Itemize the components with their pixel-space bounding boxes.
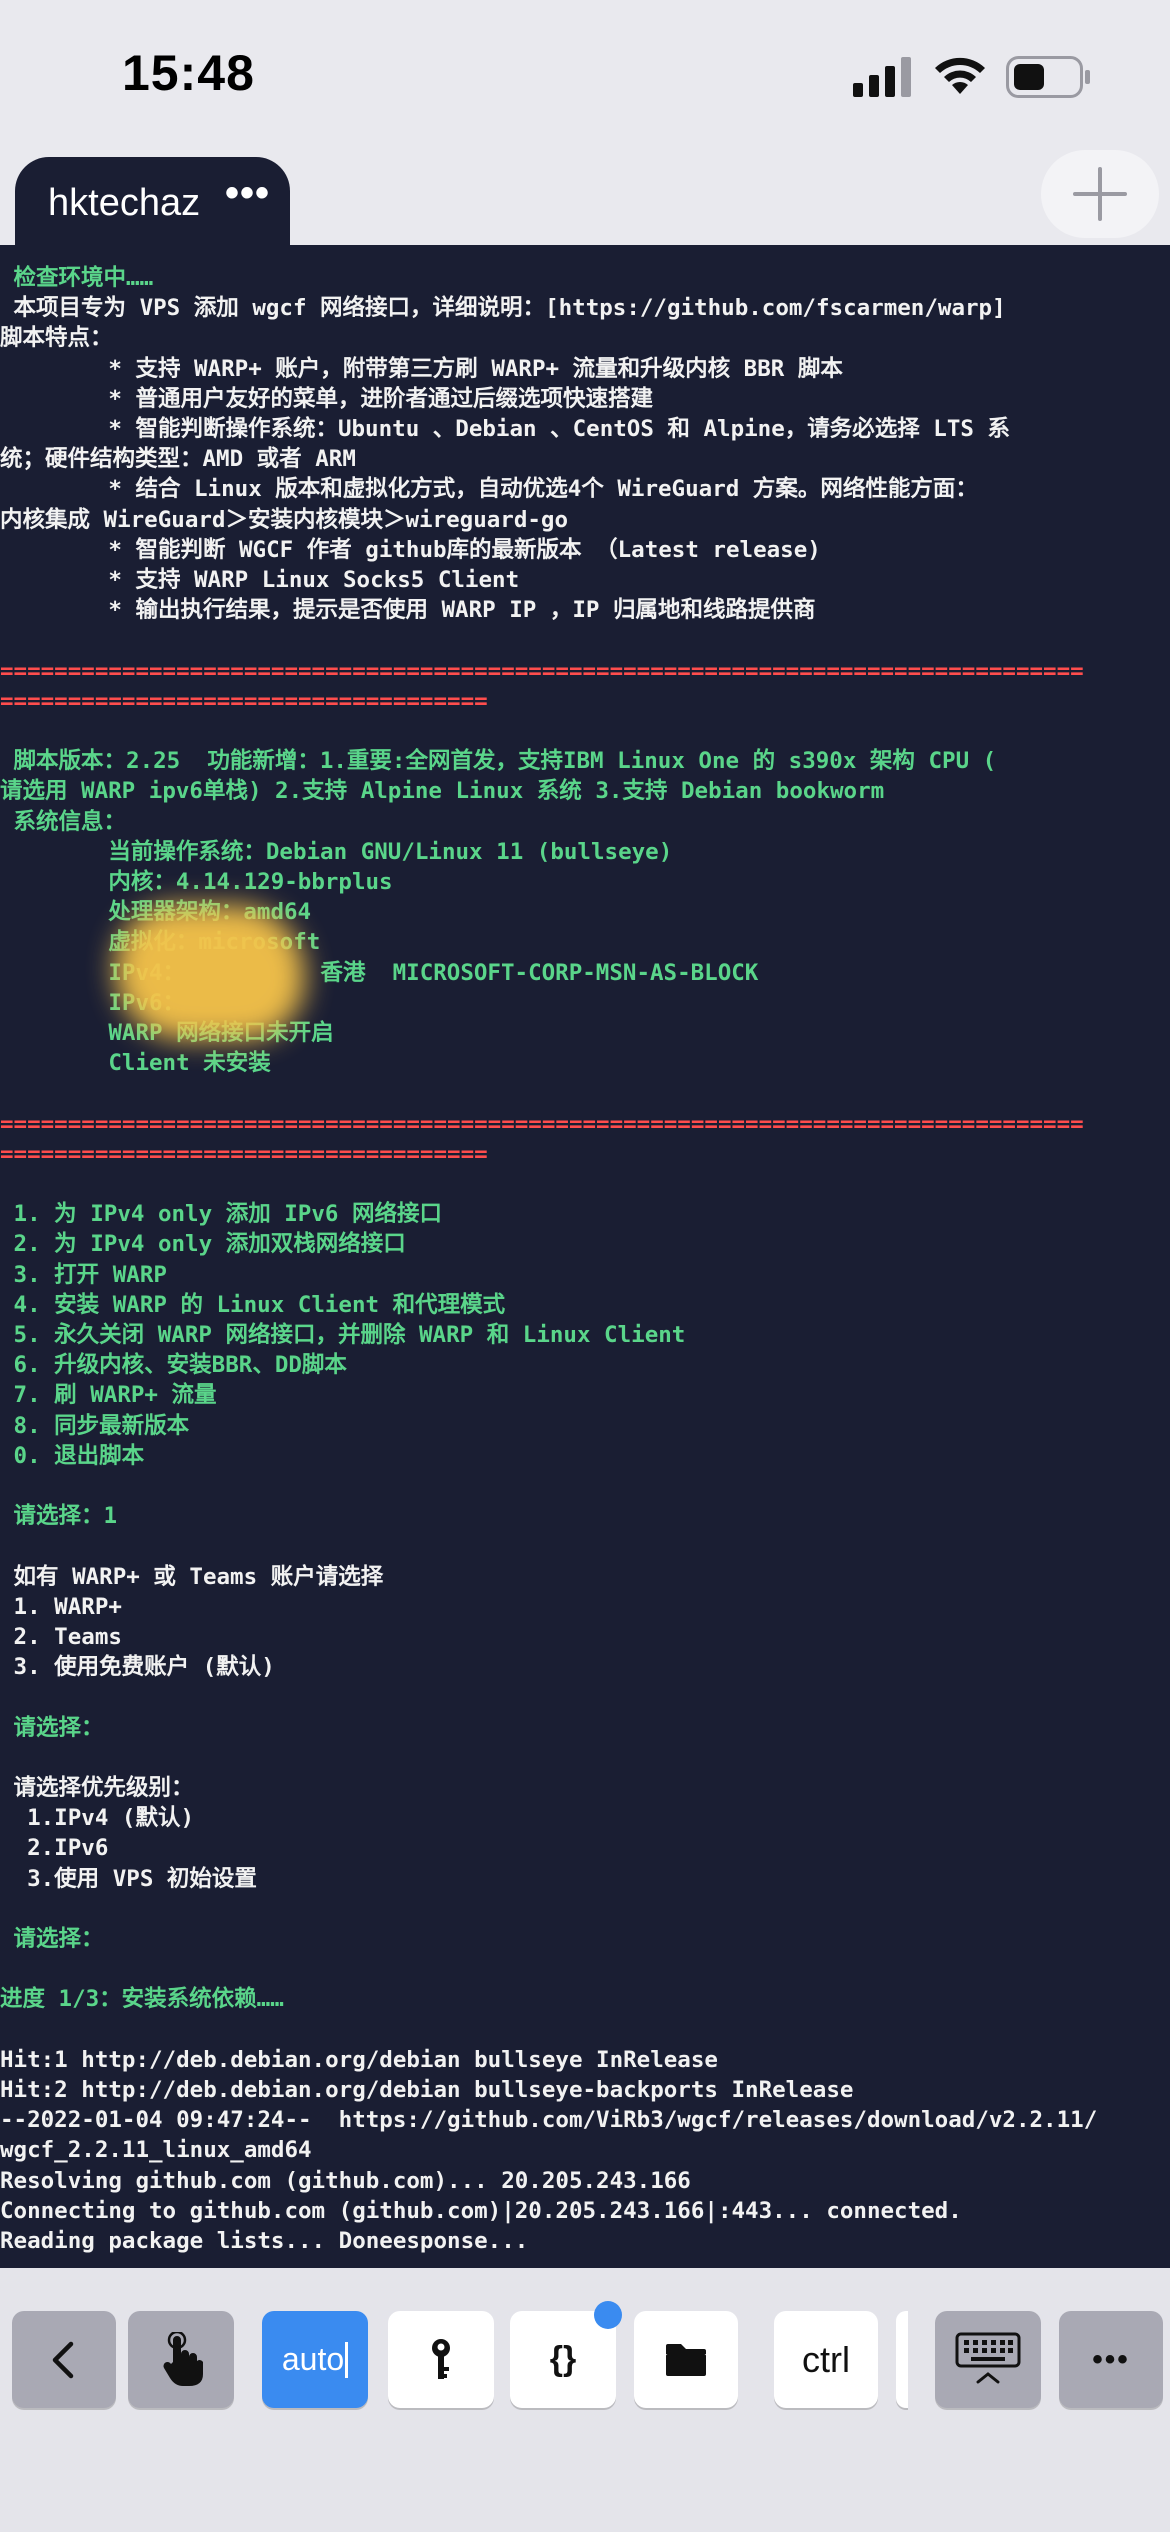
terminal-line: ==================================== <box>0 687 488 714</box>
more-key-label: ••• <box>1092 2342 1130 2376</box>
terminal-output[interactable]: 检查环境中…… 本项目专为 VPS 添加 wgcf 网络接口，详细说明：[htt… <box>0 245 1170 2268</box>
terminal-line: IPv4： 香港 MICROSOFT-CORP-MSN-AS-BLOCK <box>0 959 759 986</box>
snippets-key-label: {} <box>549 2340 577 2378</box>
terminal-line: 5. 永久关闭 WARP 网络接口，并删除 WARP 和 Linux Clien… <box>0 1322 686 1348</box>
terminal-line: * 智能判断 WGCF 作者 github库的最新版本 （Latest rele… <box>0 536 821 563</box>
terminal-line: Client 未安装 <box>0 1050 271 1077</box>
auto-key[interactable]: auto <box>262 2311 368 2408</box>
terminal-line: 如有 WARP+ 或 Teams 账户请选择 <box>0 1563 384 1590</box>
terminal-line: 0. 退出脚本 <box>0 1442 145 1469</box>
terminal-line: Reading package lists... Doneesponse... <box>0 2228 529 2254</box>
notification-dot <box>594 2301 622 2329</box>
terminal-line: 7. 刷 WARP+ 流量 <box>0 1382 217 1409</box>
tab-title: hktechaz <box>48 182 201 224</box>
terminal-line: 6. 升级内核、安装BBR、DD脚本 <box>0 1352 347 1379</box>
terminal-line: * 支持 WARP Linux Socks5 Client <box>0 567 520 593</box>
terminal-line: 1.IPv4 (默认) <box>0 1805 195 1832</box>
terminal-line: 3. 打开 WARP <box>0 1261 167 1288</box>
terminal-line: 内核集成 WireGuard＞安装内核模块＞wireguard-go <box>0 506 569 533</box>
terminal-line: 统；硬件结构类型：AMD 或者 ARM <box>0 446 356 473</box>
terminal-line: 本项目专为 VPS 添加 wgcf 网络接口，详细说明：[https://git… <box>0 295 1006 322</box>
terminal-line: * 输出执行结果，提示是否使用 WARP IP ，IP 归属地和线路提供商 <box>0 597 816 624</box>
keyboard-hide-icon <box>955 2332 1021 2383</box>
ctrl-key-label: ctrl <box>802 2338 850 2380</box>
back-key[interactable] <box>12 2311 116 2408</box>
terminal-line: * 结合 Linux 版本和虚拟化方式，自动优选4个 WireGuard 方案。… <box>0 476 978 503</box>
terminal-line: 请选择：1 <box>0 1503 118 1530</box>
terminal-line: --2022-01-04 09:47:24-- https://github.c… <box>0 2107 1098 2134</box>
terminal-line: wgcf_2.2.11_linux_amd64 <box>0 2137 312 2164</box>
terminal-line: 检查环境中…… <box>0 265 154 291</box>
terminal-line: 3. 使用免费账户 (默认) <box>0 1654 275 1681</box>
terminal-line: * 智能判断操作系统：Ubuntu 、Debian 、CentOS 和 Alpi… <box>0 416 1010 442</box>
terminal-line: 8. 同步最新版本 <box>0 1412 190 1439</box>
hand-pointer-icon <box>163 2331 203 2386</box>
add-tab-button[interactable] <box>1041 150 1159 238</box>
terminal-line: 系统信息： <box>0 808 127 835</box>
terminal-line: 2. Teams <box>0 1624 122 1650</box>
redaction-blur <box>115 905 305 1040</box>
terminal-line: 脚本特点： <box>0 325 113 352</box>
battery-icon <box>1006 56 1090 98</box>
tab-more-button[interactable]: ••• <box>225 171 270 216</box>
terminal-line: ==================================== <box>0 1140 488 1167</box>
key-icon <box>432 2338 450 2379</box>
wifi-icon <box>935 57 985 94</box>
status-time: 15:48 <box>122 45 255 101</box>
terminal-line: ========================================… <box>0 657 1084 684</box>
terminal-line: 1. WARP+ <box>0 1593 122 1620</box>
terminal-line: Resolving github.com (github.com)... 20.… <box>0 2167 691 2194</box>
keyboard-toolbar: auto {} ctrl ••• <box>0 2268 1170 2532</box>
session-tab[interactable]: hktechaz ••• <box>15 157 290 252</box>
terminal-line: 请选择： <box>0 1714 104 1741</box>
terminal-line: 当前操作系统：Debian GNU/Linux 11 (bullseye) <box>0 838 673 865</box>
terminal-line: 请选用 WARP ipv6单栈) 2.支持 Alpine Linux 系统 3.… <box>0 778 885 805</box>
terminal-line: 2. 为 IPv4 only 添加双栈网络接口 <box>0 1231 406 1258</box>
terminal-line: 4. 安装 WARP 的 Linux Client 和代理模式 <box>0 1291 506 1318</box>
terminal-line: Connecting to github.com (github.com)|20… <box>0 2197 962 2224</box>
terminal-line: Hit:1 http://deb.debian.org/debian bulls… <box>0 2046 718 2073</box>
terminal-line: 进度 1/3：安装系统依赖…… <box>0 1986 284 2013</box>
key-manager-key[interactable] <box>388 2311 494 2408</box>
terminal-line: 2.IPv6 <box>0 1835 109 1862</box>
files-key[interactable] <box>634 2311 738 2408</box>
terminal-line: 内核：4.14.129-bbrplus <box>0 869 393 895</box>
terminal-line: Hit:2 http://deb.debian.org/debian bulls… <box>0 2077 854 2103</box>
ctrl-key[interactable]: ctrl <box>774 2311 878 2408</box>
status-bar: 15:48 <box>0 0 1170 150</box>
terminal-line: * 普通用户友好的菜单，进阶者通过后缀选项快速搭建 <box>0 385 653 412</box>
terminal-line: 1. 为 IPv4 only 添加 IPv6 网络接口 <box>0 1201 442 1228</box>
folder-icon <box>666 2343 706 2376</box>
chevron-left-icon <box>52 2341 74 2378</box>
terminal-line: ========================================… <box>0 1110 1084 1137</box>
cellular-signal-icon <box>853 57 911 97</box>
terminal-line: 脚本版本：2.25 功能新增：1.重要:全网首发，支持IBM Linux One… <box>0 748 997 775</box>
terminal-line: 3.使用 VPS 初始设置 <box>0 1865 257 1892</box>
touch-mode-key[interactable] <box>128 2311 234 2408</box>
toolbar-scroll-hint <box>896 2311 908 2408</box>
more-key[interactable]: ••• <box>1059 2311 1163 2408</box>
terminal-line: * 支持 WARP+ 账户，附带第三方刷 WARP+ 流量和升级内核 BBR 脚… <box>0 355 843 382</box>
terminal-line: 请选择优先级别： <box>0 1775 194 1801</box>
hide-keyboard-key[interactable] <box>935 2311 1041 2408</box>
auto-key-label: auto <box>281 2341 345 2377</box>
terminal-line: 请选择： <box>0 1926 104 1952</box>
